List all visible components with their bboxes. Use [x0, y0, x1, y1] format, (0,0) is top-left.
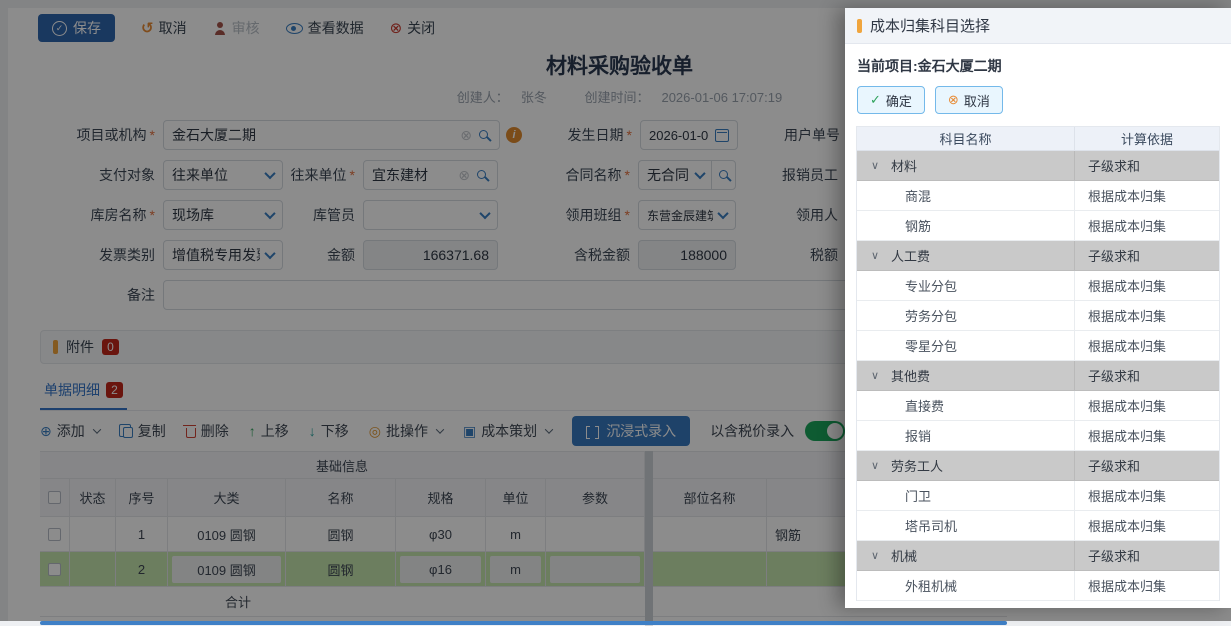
- subject-basis: 根据成本归集: [1075, 391, 1219, 420]
- subject-name: 外租机械: [857, 576, 957, 595]
- subject-name: 商混: [857, 186, 931, 205]
- subject-row[interactable]: 报销 根据成本归集: [857, 421, 1219, 451]
- drawer-header: 成本归集科目选择: [845, 8, 1231, 44]
- subject-row[interactable]: 商混 根据成本归集: [857, 181, 1219, 211]
- cost-subject-drawer: 成本归集科目选择 当前项目:金石大厦二期 ✓ 确定 ⊗ 取消 科目名称 计算依据…: [845, 8, 1231, 608]
- subject-basis: 根据成本归集: [1075, 271, 1219, 300]
- section-marker-icon: [857, 19, 862, 33]
- subject-row[interactable]: 外租机械 根据成本归集: [857, 571, 1219, 601]
- subject-basis: 根据成本归集: [1075, 181, 1219, 210]
- subject-basis: 根据成本归集: [1075, 571, 1219, 600]
- subject-name: 专业分包: [857, 276, 957, 295]
- chevron-down-icon[interactable]: ∨: [871, 369, 879, 382]
- chevron-down-icon[interactable]: ∨: [871, 459, 879, 472]
- subject-name: 材料: [857, 156, 917, 175]
- cancel-circle-icon: ⊗: [948, 92, 959, 108]
- subject-row[interactable]: 直接费 根据成本归集: [857, 391, 1219, 421]
- subject-basis: 根据成本归集: [1075, 481, 1219, 510]
- current-project: 当前项目:金石大厦二期: [857, 56, 1219, 76]
- subject-basis: 子级求和: [1075, 151, 1219, 180]
- drawer-title: 成本归集科目选择: [870, 15, 990, 36]
- subject-row[interactable]: 专业分包 根据成本归集: [857, 271, 1219, 301]
- subject-name: 其他费: [857, 366, 930, 385]
- subject-row[interactable]: 门卫 根据成本归集: [857, 481, 1219, 511]
- check-icon: ✓: [870, 92, 881, 108]
- subject-name: 报销: [857, 426, 931, 445]
- subject-name: 机械: [857, 546, 917, 565]
- subject-name: 劳务工人: [857, 456, 943, 475]
- subject-row[interactable]: 塔吊司机 根据成本归集: [857, 511, 1219, 541]
- subject-row[interactable]: ∨人工费 子级求和: [857, 241, 1219, 271]
- chevron-down-icon[interactable]: ∨: [871, 549, 879, 562]
- confirm-button[interactable]: ✓ 确定: [857, 86, 925, 114]
- panel-cancel-button[interactable]: ⊗ 取消: [935, 86, 1003, 114]
- subject-row[interactable]: ∨材料 子级求和: [857, 151, 1219, 181]
- subject-basis: 子级求和: [1075, 241, 1219, 270]
- subject-name: 零星分包: [857, 336, 957, 355]
- subject-name: 人工费: [857, 246, 930, 265]
- col-header-subject: 科目名称: [857, 127, 1075, 150]
- horizontal-scrollbar[interactable]: [40, 621, 1007, 625]
- subject-table: 科目名称 计算依据 ∨材料子级求和商混根据成本归集钢筋根据成本归集∨人工费子级求…: [856, 126, 1220, 601]
- subject-row[interactable]: 劳务分包 根据成本归集: [857, 301, 1219, 331]
- subject-name: 塔吊司机: [857, 516, 957, 535]
- subject-row[interactable]: ∨其他费 子级求和: [857, 361, 1219, 391]
- chevron-down-icon[interactable]: ∨: [871, 249, 879, 262]
- subject-basis: 根据成本归集: [1075, 211, 1219, 240]
- subject-name: 直接费: [857, 396, 944, 415]
- subject-basis: 子级求和: [1075, 451, 1219, 480]
- subject-basis: 根据成本归集: [1075, 511, 1219, 540]
- subject-basis: 子级求和: [1075, 361, 1219, 390]
- chevron-down-icon[interactable]: ∨: [871, 159, 879, 172]
- subject-row[interactable]: 零星分包 根据成本归集: [857, 331, 1219, 361]
- subject-name: 钢筋: [857, 216, 931, 235]
- subject-row[interactable]: 钢筋 根据成本归集: [857, 211, 1219, 241]
- col-header-basis: 计算依据: [1075, 127, 1219, 150]
- subject-basis: 根据成本归集: [1075, 421, 1219, 450]
- subject-basis: 根据成本归集: [1075, 301, 1219, 330]
- subject-row[interactable]: ∨劳务工人 子级求和: [857, 451, 1219, 481]
- subject-name: 劳务分包: [857, 306, 957, 325]
- subject-row[interactable]: ∨机械 子级求和: [857, 541, 1219, 571]
- subject-basis: 根据成本归集: [1075, 331, 1219, 360]
- subject-name: 门卫: [857, 486, 931, 505]
- subject-basis: 子级求和: [1075, 541, 1219, 570]
